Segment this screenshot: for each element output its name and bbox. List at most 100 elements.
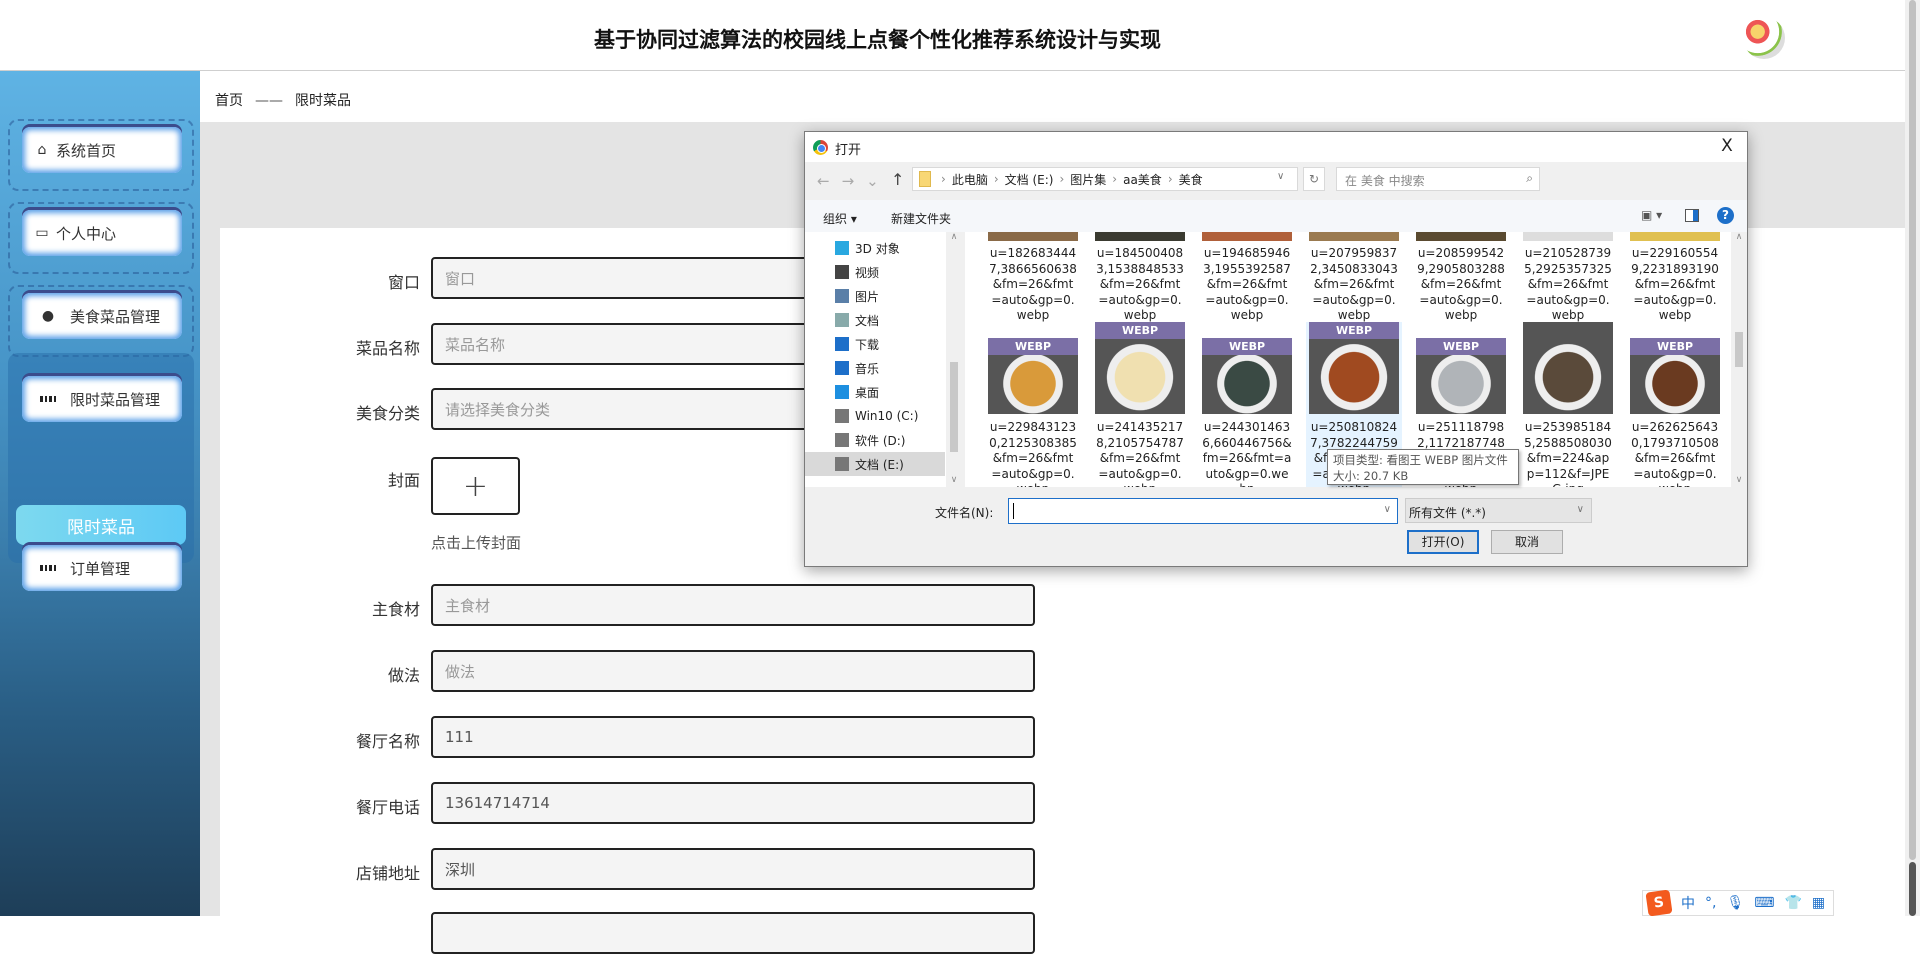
webp-badge: WEBP (1202, 338, 1292, 355)
nav-pane-item[interactable]: 下载 (805, 332, 945, 356)
keyboard-icon[interactable]: ⌨ (1754, 895, 1774, 911)
help-icon[interactable]: ? (1717, 207, 1734, 224)
skin-icon[interactable]: 👕 (1784, 895, 1801, 911)
file-tooltip: 项目类型: 看图王 WEBP 图片文件 大小: 20.7 KB (1327, 449, 1519, 485)
folder-icon (835, 265, 849, 279)
nav-pane-item[interactable]: 桌面 (805, 380, 945, 404)
path-segment[interactable]: aa美食 (1123, 171, 1162, 188)
cover-upload-button[interactable]: + (431, 457, 520, 515)
preview-pane-icon[interactable] (1685, 209, 1699, 222)
file-open-dialog: 打开 X ←→⌄ ↑ › 此电脑 › 文档 (E:) › 图片集 › aa美食 › 美食 … (804, 131, 1748, 567)
nav-pane-item[interactable]: Win10 (C:) (805, 404, 945, 428)
path-segment[interactable]: 此电脑 (952, 171, 988, 188)
file-thumbnail (1523, 232, 1613, 241)
grid-icon (40, 560, 56, 576)
breadcrumb-home[interactable]: 首页 (215, 93, 243, 109)
address-label: 店铺地址 (355, 864, 420, 883)
file-item[interactable]: WEBP u=2443014636,660446756&fm=26&fmt=aut… (1199, 322, 1295, 487)
webp-badge: WEBP (1416, 338, 1506, 355)
sidebar-item-orders[interactable]: 订单管理 (22, 545, 182, 591)
file-item[interactable]: u=2085995429,2905803288&fm=26&fmt=auto&g… (1413, 232, 1509, 322)
search-input[interactable]: 在 美食 中搜索 ⌕ (1336, 167, 1540, 191)
webp-badge: WEBP (1309, 322, 1399, 339)
restaurant-phone-label: 餐厅电话 (355, 798, 420, 817)
file-item[interactable]: WEBP u=2414352178,2105754787&fm=26&fmt=au… (1092, 322, 1188, 487)
file-item[interactable]: u=2539851845,2588508030&fm=224&app=112&f… (1520, 322, 1616, 487)
chevron-down-icon: ∨ (1383, 504, 1391, 515)
folder-icon (835, 409, 849, 423)
user-avatar[interactable] (1743, 17, 1785, 59)
nav-pane-item[interactable]: 图片 (805, 284, 945, 308)
file-item[interactable]: u=2079598372,3450833043&fm=26&fmt=auto&g… (1306, 232, 1402, 322)
file-item[interactable]: u=2105287395,2925357325&fm=26&fmt=auto&g… (1520, 232, 1616, 322)
microphone-icon[interactable]: 🎙 (1726, 895, 1744, 911)
open-button[interactable]: 打开(O) (1407, 530, 1479, 554)
ime-mode[interactable]: 中 (1681, 893, 1695, 913)
file-thumbnail: WEBP (1202, 338, 1292, 414)
nav-pane-item[interactable]: 文档 (805, 308, 945, 332)
path-segment[interactable]: 文档 (E:) (1005, 171, 1054, 188)
refresh-icon[interactable]: ↻ (1303, 167, 1325, 191)
folder-icon (835, 433, 849, 447)
dialog-titlebar[interactable]: 打开 X (805, 132, 1747, 162)
ime-toolbar[interactable]: S 中 °, 🎙 ⌨ 👕 ▦ (1642, 889, 1834, 917)
method-input[interactable]: 做法 (431, 650, 1035, 692)
category-label: 美食分类 (355, 404, 420, 423)
sidebar-item-dish-management[interactable]: ● 美食菜品管理 (22, 293, 182, 339)
organize-menu[interactable]: 组织 ▾ (823, 210, 857, 227)
back-forward-icons[interactable]: ←→⌄ (817, 172, 891, 190)
page-scrollbar[interactable] (1905, 0, 1920, 916)
file-list-scrollbar[interactable]: ∧ ∨ (1731, 232, 1747, 487)
file-thumbnail: WEBP (1309, 322, 1399, 414)
restaurant-name-label: 餐厅名称 (355, 732, 420, 751)
path-segment[interactable]: 图片集 (1070, 171, 1106, 188)
file-thumbnail (1309, 232, 1399, 241)
bulb-icon: ● (41, 308, 55, 324)
file-item[interactable]: WEBP u=2626256430,1793710508&fm=26&fmt=au… (1627, 322, 1723, 487)
page-title: 基于协同过滤算法的校园线上点餐个性化推荐系统设计与实现 (594, 28, 1161, 52)
folder-icon (835, 289, 849, 303)
nav-pane-item[interactable]: 软件 (D:) (805, 428, 945, 452)
method-label: 做法 (387, 666, 420, 685)
nav-pane-item[interactable]: 3D 对象 (805, 236, 945, 260)
nav-pane-scrollbar[interactable]: ∧ ∨ (946, 232, 962, 487)
main-ingredient-input[interactable]: 主食材 (431, 584, 1035, 626)
filename-input[interactable]: ∨ (1008, 498, 1398, 524)
close-button[interactable]: X (1715, 136, 1739, 156)
nav-pane-item[interactable]: 音乐 (805, 356, 945, 380)
nav-pane-item[interactable]: 视频 (805, 260, 945, 284)
new-folder-button[interactable]: 新建文件夹 (891, 210, 951, 227)
breadcrumb: 首页 —— 限时菜品 (215, 90, 351, 110)
path-segment[interactable]: 美食 (1179, 171, 1203, 188)
dialog-title: 打开 (835, 143, 862, 158)
restaurant-phone-input[interactable]: 13614714714 (431, 782, 1035, 824)
restaurant-name-input[interactable]: 111 (431, 716, 1035, 758)
address-bar[interactable]: › 此电脑 › 文档 (E:) › 图片集 › aa美食 › 美食 (912, 167, 1298, 191)
chevron-down-icon[interactable]: ∨ (1277, 171, 1284, 182)
sidebar-item-limited-management[interactable]: 限时菜品管理 (22, 376, 182, 422)
apps-icon[interactable]: ▦ (1812, 895, 1825, 911)
folder-icon (835, 385, 849, 399)
up-arrow-icon[interactable]: ↑ (891, 170, 904, 189)
file-item[interactable]: u=1826834447,3866560638&fm=26&fmt=auto&g… (985, 232, 1081, 322)
sidebar: ⌂ 系统首页 ▭ 个人中心 ● 美食菜品管理 限时菜品管理 限时菜品 订单管理 (0, 71, 200, 916)
breadcrumb-separator: —— (255, 93, 283, 109)
file-thumbnail (1202, 232, 1292, 241)
file-item[interactable]: WEBP u=2298431230,2125308385&fm=26&fmt=au… (985, 322, 1081, 487)
address-input[interactable]: 深圳 (431, 848, 1035, 890)
sidebar-item-profile[interactable]: ▭ 个人中心 (22, 210, 182, 256)
view-options-icon[interactable]: ▣ ▾ (1641, 208, 1662, 222)
sidebar-item-home[interactable]: ⌂ 系统首页 (22, 127, 182, 173)
file-item[interactable]: u=1946859463,1955392587&fm=26&fmt=auto&g… (1199, 232, 1295, 322)
next-input[interactable] (431, 912, 1035, 954)
cancel-button[interactable]: 取消 (1491, 530, 1563, 554)
file-item[interactable]: u=2291605549,2231893190&fm=26&fmt=auto&g… (1627, 232, 1723, 322)
ime-punct[interactable]: °, (1705, 895, 1716, 911)
file-thumbnail (1523, 322, 1613, 414)
folder-icon (835, 337, 849, 351)
filetype-select[interactable]: 所有文件 (*.*) ∨ (1405, 498, 1592, 523)
file-item[interactable]: u=1845004083,1538848533&fm=26&fmt=auto&g… (1092, 232, 1188, 322)
nav-pane-item[interactable]: 文档 (E:) (805, 452, 945, 476)
folder-icon (919, 171, 931, 187)
file-thumbnail: WEBP (1416, 338, 1506, 414)
